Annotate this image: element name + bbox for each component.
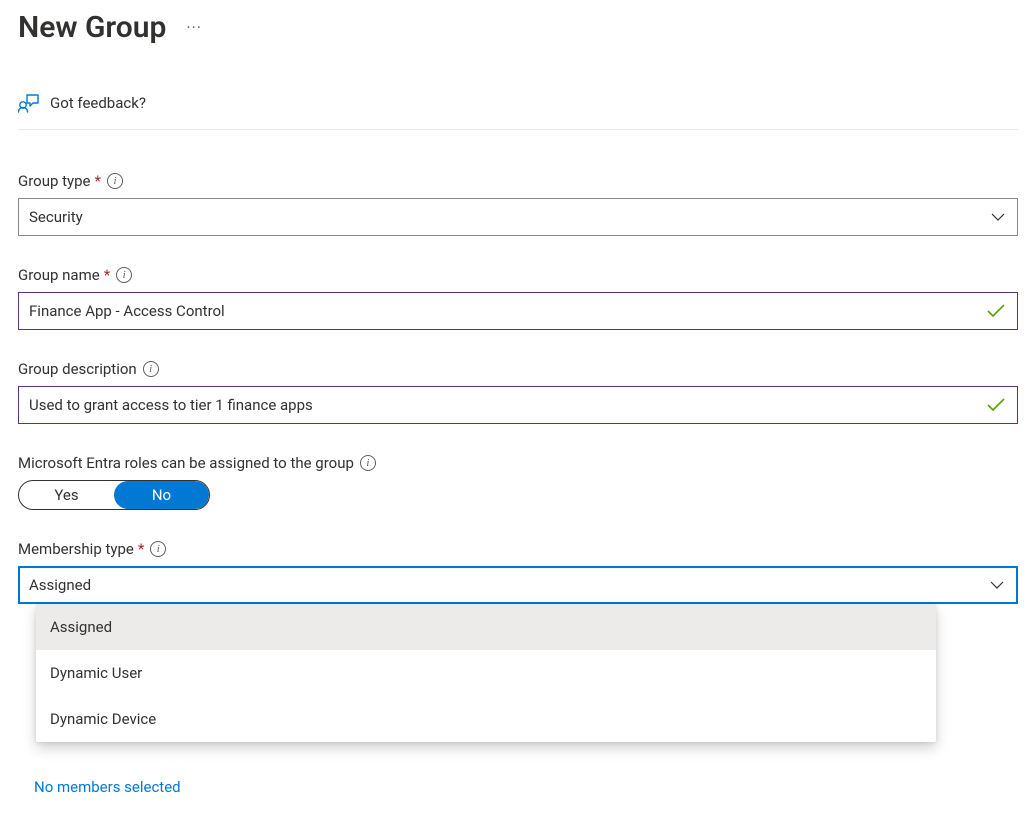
roles-assignable-toggle[interactable]: Yes No [18, 480, 210, 510]
info-icon[interactable]: i [116, 267, 132, 283]
membership-option-assigned[interactable]: Assigned [36, 604, 936, 650]
toggle-option-yes[interactable]: Yes [19, 481, 114, 509]
info-icon[interactable]: i [143, 361, 159, 377]
checkmark-icon [987, 304, 1005, 318]
group-type-value: Security [29, 208, 83, 226]
chevron-down-icon [990, 581, 1004, 589]
info-icon[interactable]: i [107, 173, 123, 189]
chevron-down-icon [991, 213, 1005, 221]
feedback-label: Got feedback? [50, 94, 146, 112]
page-title: New Group [18, 10, 166, 45]
membership-option-dynamic-device[interactable]: Dynamic Device [36, 696, 936, 742]
group-description-value: Used to grant access to tier 1 finance a… [29, 396, 313, 414]
required-indicator: * [95, 172, 101, 190]
roles-assignable-label: Microsoft Entra roles can be assigned to… [18, 454, 354, 472]
toggle-option-no[interactable]: No [114, 481, 209, 509]
group-type-label: Group type [18, 172, 91, 190]
members-link[interactable]: No members selected [18, 778, 1018, 796]
more-actions-button[interactable]: ··· [186, 18, 202, 37]
required-indicator: * [138, 540, 144, 558]
group-name-input[interactable]: Finance App - Access Control [18, 292, 1018, 330]
membership-type-label: Membership type [18, 540, 134, 558]
membership-type-dropdown[interactable]: Assigned [18, 566, 1018, 604]
group-description-label: Group description [18, 360, 137, 378]
info-icon[interactable]: i [360, 455, 376, 471]
required-indicator: * [104, 266, 110, 284]
group-name-label: Group name [18, 266, 100, 284]
membership-option-dynamic-user[interactable]: Dynamic User [36, 650, 936, 696]
membership-type-value: Assigned [29, 576, 91, 594]
info-icon[interactable]: i [150, 541, 166, 557]
group-name-value: Finance App - Access Control [29, 302, 225, 320]
membership-type-options[interactable]: Assigned Dynamic User Dynamic Device [36, 604, 936, 742]
checkmark-icon [987, 398, 1005, 412]
feedback-link[interactable]: Got feedback? [18, 93, 1018, 130]
feedback-icon [18, 93, 40, 113]
group-description-input[interactable]: Used to grant access to tier 1 finance a… [18, 386, 1018, 424]
group-type-dropdown[interactable]: Security [18, 198, 1018, 236]
